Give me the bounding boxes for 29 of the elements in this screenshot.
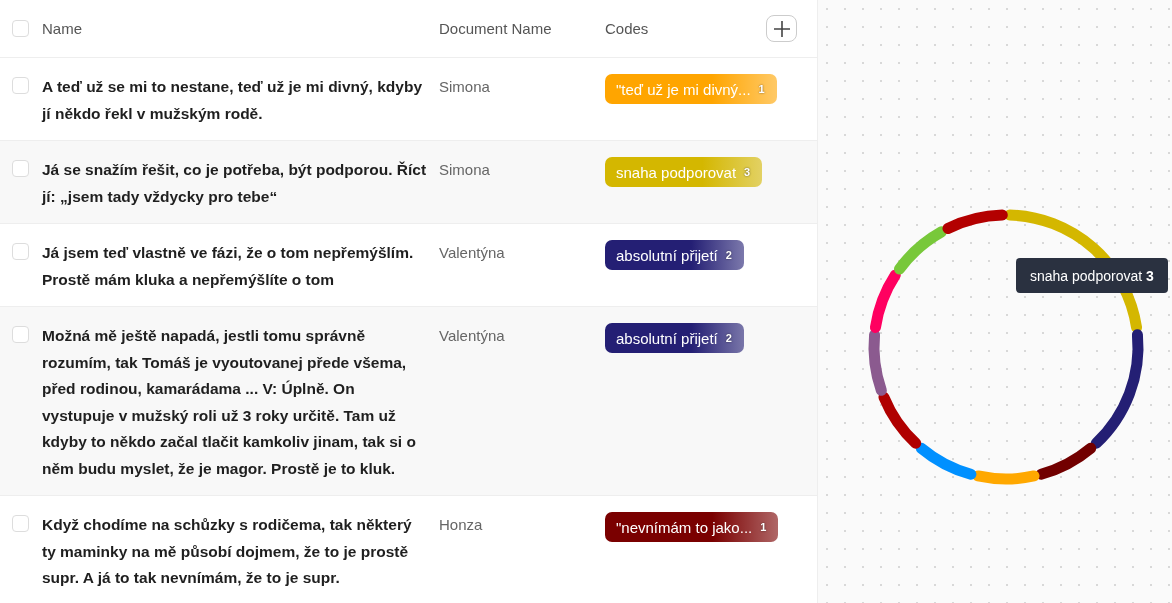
checkbox[interactable] (12, 77, 29, 94)
document-name: Simona (439, 160, 491, 180)
quote-text: Já se snažím řešit, co je potřeba, být podporou. Říct jí: „jsem tady vždycky pro tebe“ (42, 160, 428, 207)
quote-text: Možná mě ještě napadá, jestli tomu správně rozumím, tak Tomáš je vyoutovanej přede všema, před rodinou, kamarádama ... V: Úplně. On vystupuje v mužský roli už 3 roky určitě. Tam už kdyby to někdo začal tlačit kamkoliv jinam, tak si o něm budu myslet, že je magor. Prostě je to kluk. (42, 326, 417, 479)
checkbox[interactable] (12, 20, 29, 37)
checkbox[interactable] (12, 243, 29, 260)
ring-segment[interactable] (878, 391, 922, 449)
tooltip: snaha podporovat 3 (1016, 258, 1168, 293)
quote-text: Já jsem teď vlastně ve fázi, že o tom nepřemýšlím. Prostě mám kluka a nepřemýšlíte o tom (42, 243, 415, 290)
add-button[interactable] (766, 15, 797, 42)
column-header[interactable]: Name (42, 20, 439, 37)
document-name: Simona (439, 77, 491, 97)
ring-segment[interactable] (1035, 442, 1097, 480)
column-header[interactable]: Codes (605, 20, 766, 37)
code-tag[interactable]: "nevnímám to jako... 1 (605, 512, 779, 542)
quote-text: Když chodíme na schůzky s rodičema, tak některý ty maminky na mě působí dojmem, že to je prostě supr. A já to tak nevnímám, že to je supr. (42, 515, 413, 588)
checkbox[interactable] (12, 160, 29, 177)
checkbox[interactable] (12, 515, 29, 532)
checkbox[interactable] (12, 326, 29, 343)
document-name: Valentýna (439, 326, 506, 346)
column-header[interactable]: Document Name (439, 20, 605, 37)
plus-icon (772, 19, 791, 38)
quote-text: A teď už se mi to nestane, teď už je mi divný, kdyby jí někdo řekl v mužským rodě. (42, 77, 424, 124)
ring-segment[interactable] (942, 209, 1008, 234)
document-name: Honza (439, 515, 484, 535)
document-name: Valentýna (439, 243, 506, 263)
ring-segment[interactable] (1090, 329, 1144, 449)
code-tag[interactable]: absolutní přijetí 2 (605, 323, 744, 353)
code-tag[interactable]: absolutní přijetí 2 (605, 240, 744, 270)
